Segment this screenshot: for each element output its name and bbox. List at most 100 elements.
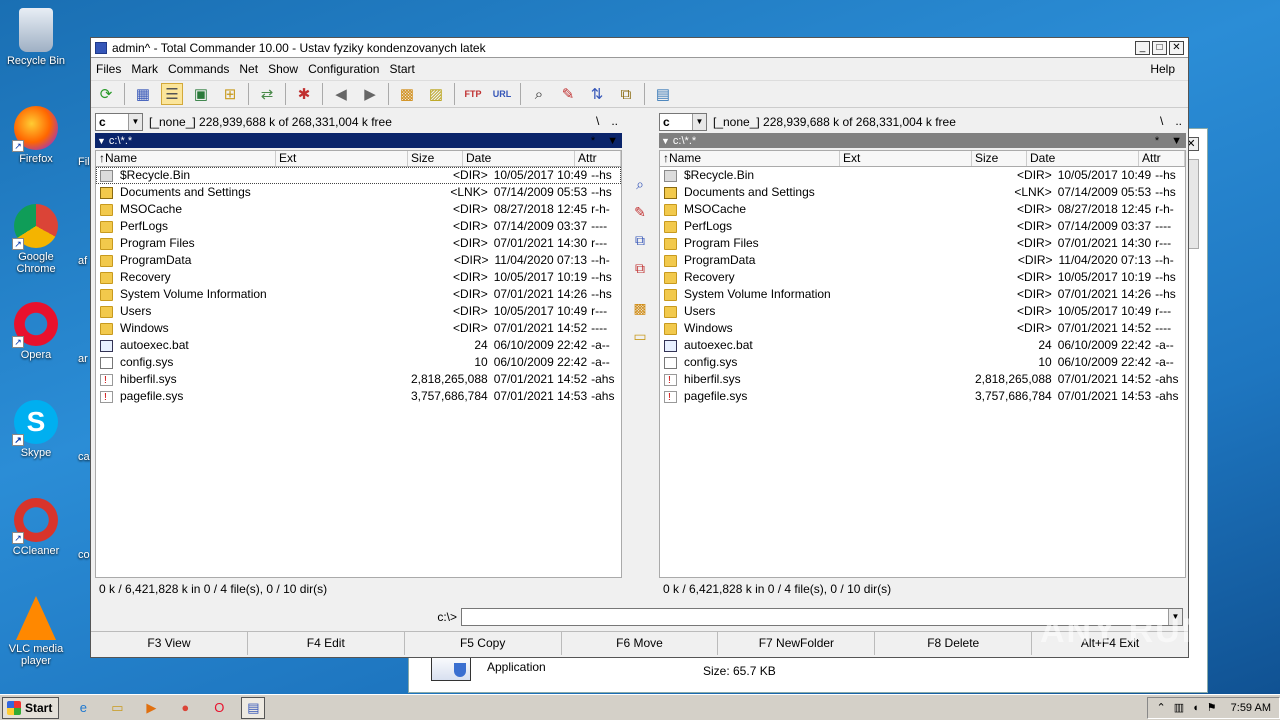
detailed-view-icon[interactable]: ☰	[161, 83, 183, 105]
close-button[interactable]: ✕	[1169, 41, 1184, 55]
column-ext[interactable]: Ext	[840, 151, 972, 166]
f3-view-button[interactable]: F3 View	[91, 632, 248, 655]
file-row[interactable]: ProgramData <DIR> 11/04/2020 07:13 --h-	[96, 252, 621, 269]
multi-rename-icon[interactable]: ✎	[557, 83, 579, 105]
minimize-button[interactable]: _	[1135, 41, 1150, 55]
filter-button[interactable]: *	[591, 135, 595, 147]
total-commander-icon[interactable]: ▤	[241, 696, 266, 719]
parent-button[interactable]: ..	[611, 114, 618, 128]
menu-help[interactable]: Help	[1145, 62, 1180, 76]
column-ext[interactable]: Ext	[276, 151, 408, 166]
file-row[interactable]: Windows <DIR> 07/01/2021 14:52 ----	[660, 320, 1185, 337]
file-row[interactable]: Users <DIR> 10/05/2017 10:49 r---	[96, 303, 621, 320]
invert-selection-icon[interactable]: ⇄	[256, 83, 278, 105]
menu-start[interactable]: Start	[384, 62, 419, 76]
unpack-icon[interactable]: ▨	[425, 83, 447, 105]
file-row[interactable]: System Volume Information <DIR> 07/01/2021…	[96, 286, 621, 303]
back-icon[interactable]: ◀	[330, 83, 352, 105]
explorer-icon[interactable]: ▭	[105, 697, 129, 719]
file-row[interactable]: pagefile.sys 3,757,686,784 07/01/2021 14:5…	[96, 388, 621, 406]
chrome-icon[interactable]: ●	[173, 697, 197, 719]
history-button[interactable]: ▼	[1171, 135, 1182, 147]
file-row[interactable]: Windows <DIR> 07/01/2021 14:52 ----	[96, 320, 621, 337]
file-row[interactable]: hiberfil.sys 2,818,265,088 07/01/2021 14:5…	[660, 371, 1185, 389]
column-attr[interactable]: Attr	[1139, 151, 1185, 166]
column-date[interactable]: Date	[1027, 151, 1139, 166]
compare-icon[interactable]: ⧉	[615, 83, 637, 105]
media-player-icon[interactable]: ▶	[139, 697, 163, 719]
menu-mark[interactable]: Mark	[126, 62, 163, 76]
file-list[interactable]: $Recycle.Bin <DIR> 10/05/2017 10:49 --hs Doc…	[95, 167, 622, 578]
file-row[interactable]: Documents and Settings <LNK> 07/14/2009 05…	[96, 184, 621, 201]
url-icon[interactable]: URL	[491, 83, 513, 105]
menu-files[interactable]: Files	[91, 62, 126, 76]
file-row[interactable]: pagefile.sys 3,757,686,784 07/01/2021 14:5…	[660, 388, 1185, 406]
tree-icon[interactable]: ⊞	[219, 83, 241, 105]
notepad-icon[interactable]: ▤	[652, 83, 674, 105]
brief-view-icon[interactable]: ▦	[132, 83, 154, 105]
maximize-button[interactable]: □	[1152, 41, 1167, 55]
column-date[interactable]: Date	[463, 151, 575, 166]
desktop-icon-ccleaner[interactable]: ↗ CCleaner	[4, 498, 68, 557]
network-icon[interactable]: ▥	[1174, 701, 1184, 714]
ie-icon[interactable]: e	[71, 697, 95, 719]
column-attr[interactable]: Attr	[575, 151, 621, 166]
file-row[interactable]: MSOCache <DIR> 08/27/2018 12:45 r-h-	[96, 201, 621, 218]
column-size[interactable]: Size	[972, 151, 1027, 166]
thumbnails-icon[interactable]: ▣	[190, 83, 212, 105]
file-row[interactable]: Program Files <DIR> 07/01/2021 14:30 r---	[660, 235, 1185, 252]
move-files-icon[interactable]: ⧉	[631, 260, 649, 278]
file-row[interactable]: Program Files <DIR> 07/01/2021 14:30 r---	[96, 235, 621, 252]
file-row[interactable]: Recovery <DIR> 10/05/2017 10:19 --hs	[660, 269, 1185, 286]
file-row[interactable]: hiberfil.sys 2,818,265,088 07/01/2021 14:5…	[96, 371, 621, 389]
refresh-icon[interactable]: ⟳	[95, 83, 117, 105]
copy-files-icon[interactable]: ⧉	[631, 232, 649, 250]
drive-selector[interactable]: c ▼	[95, 113, 143, 131]
root-button[interactable]: \	[1160, 114, 1163, 128]
file-row[interactable]: autoexec.bat 24 06/10/2009 22:42 -a--	[96, 337, 621, 354]
file-row[interactable]: Users <DIR> 10/05/2017 10:49 r---	[660, 303, 1185, 320]
view-file-icon[interactable]: ⌕	[631, 176, 649, 194]
f5-copy-button[interactable]: F5 Copy	[405, 632, 562, 655]
column-name[interactable]: ↑Name	[96, 151, 276, 166]
desktop-icon-skype[interactable]: S ↗ Skype	[4, 400, 68, 459]
file-row[interactable]: Recovery <DIR> 10/05/2017 10:19 --hs	[96, 269, 621, 286]
action-center-icon[interactable]: ⚑	[1207, 701, 1217, 714]
path-bar[interactable]: ▼ c:\*.* * ▼	[659, 133, 1186, 148]
new-folder-icon[interactable]: ▭	[631, 328, 649, 346]
filter-button[interactable]: *	[1155, 135, 1159, 147]
title-bar[interactable]: admin^ - Total Commander 10.00 - Ustav f…	[91, 38, 1188, 58]
file-row[interactable]: System Volume Information <DIR> 07/01/2021…	[660, 286, 1185, 303]
file-list[interactable]: $Recycle.Bin <DIR> 10/05/2017 10:49 --hs Doc…	[659, 167, 1186, 578]
f8-delete-button[interactable]: F8 Delete	[875, 632, 1033, 655]
edit-file-icon[interactable]: ✎	[631, 204, 649, 222]
menu-configuration[interactable]: Configuration	[303, 62, 384, 76]
tray-expand-icon[interactable]: ⌃	[1156, 701, 1165, 714]
f6-move-button[interactable]: F6 Move	[562, 632, 719, 655]
desktop-icon-opera[interactable]: ↗ Opera	[4, 302, 68, 361]
file-row[interactable]: config.sys 10 06/10/2009 22:42 -a--	[660, 354, 1185, 371]
pack-icon[interactable]: ▩	[396, 83, 418, 105]
file-row[interactable]: MSOCache <DIR> 08/27/2018 12:45 r-h-	[660, 201, 1185, 218]
select-pointer-icon[interactable]: ✱	[293, 83, 315, 105]
file-row[interactable]: $Recycle.Bin <DIR> 10/05/2017 10:49 --hs	[96, 167, 621, 184]
volume-icon[interactable]: ◖	[1192, 702, 1199, 714]
file-row[interactable]: Documents and Settings <LNK> 07/14/2009 05…	[660, 184, 1185, 201]
search-icon[interactable]: ⌕	[528, 83, 550, 105]
path-bar[interactable]: ▼ c:\*.* * ▼	[95, 133, 622, 148]
drive-selector[interactable]: c ▼	[659, 113, 707, 131]
column-name[interactable]: ↑Name	[660, 151, 840, 166]
pack-files-icon[interactable]: ▩	[631, 300, 649, 318]
ftp-icon[interactable]: FTP	[462, 83, 484, 105]
file-row[interactable]: PerfLogs <DIR> 07/14/2009 03:37 ----	[660, 218, 1185, 235]
desktop-icon-firefox[interactable]: ↗ Firefox	[4, 106, 68, 165]
column-size[interactable]: Size	[408, 151, 463, 166]
menu-net[interactable]: Net	[234, 62, 263, 76]
file-row[interactable]: ProgramData <DIR> 11/04/2020 07:13 --h-	[660, 252, 1185, 269]
file-row[interactable]: PerfLogs <DIR> 07/14/2009 03:37 ----	[96, 218, 621, 235]
menu-show[interactable]: Show	[263, 62, 303, 76]
start-button[interactable]: Start	[2, 696, 60, 719]
root-button[interactable]: \	[596, 114, 599, 128]
history-button[interactable]: ▼	[607, 135, 618, 147]
parent-button[interactable]: ..	[1175, 114, 1182, 128]
